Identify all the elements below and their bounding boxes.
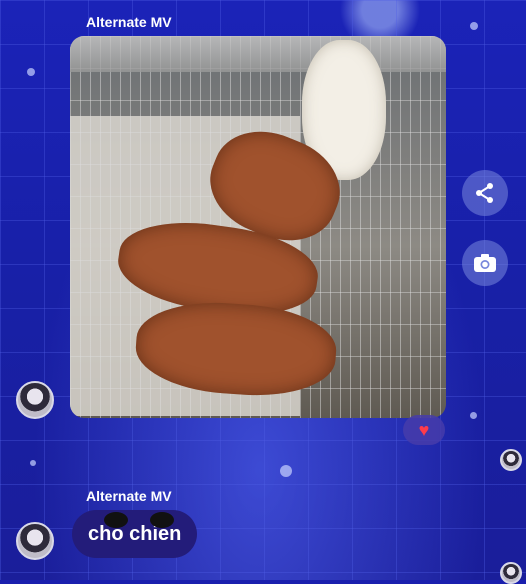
message-photo[interactable] <box>70 36 446 418</box>
decor-dot <box>470 412 477 419</box>
camera-icon <box>474 254 496 272</box>
decor-dot <box>280 465 292 477</box>
read-receipt-avatar <box>500 449 522 471</box>
decor-dot <box>470 22 478 30</box>
share-button[interactable] <box>462 170 508 216</box>
redaction-mark <box>104 512 128 528</box>
sender-avatar[interactable] <box>16 381 54 419</box>
message-sender-name: Alternate MV <box>86 488 172 504</box>
read-receipt-avatar <box>500 562 522 584</box>
decor-dot <box>27 68 35 76</box>
camera-button[interactable] <box>462 240 508 286</box>
sender-avatar[interactable] <box>16 522 54 560</box>
photo-cage-frame <box>70 36 446 72</box>
reaction-badge[interactable]: ♥ <box>403 415 445 445</box>
message-bubble[interactable]: cho chien <box>72 510 198 558</box>
message-sender-name: Alternate MV <box>86 14 172 30</box>
heart-icon: ♥ <box>418 419 430 440</box>
decor-dot <box>30 460 36 466</box>
redaction-mark <box>150 512 174 528</box>
share-icon <box>476 183 493 203</box>
